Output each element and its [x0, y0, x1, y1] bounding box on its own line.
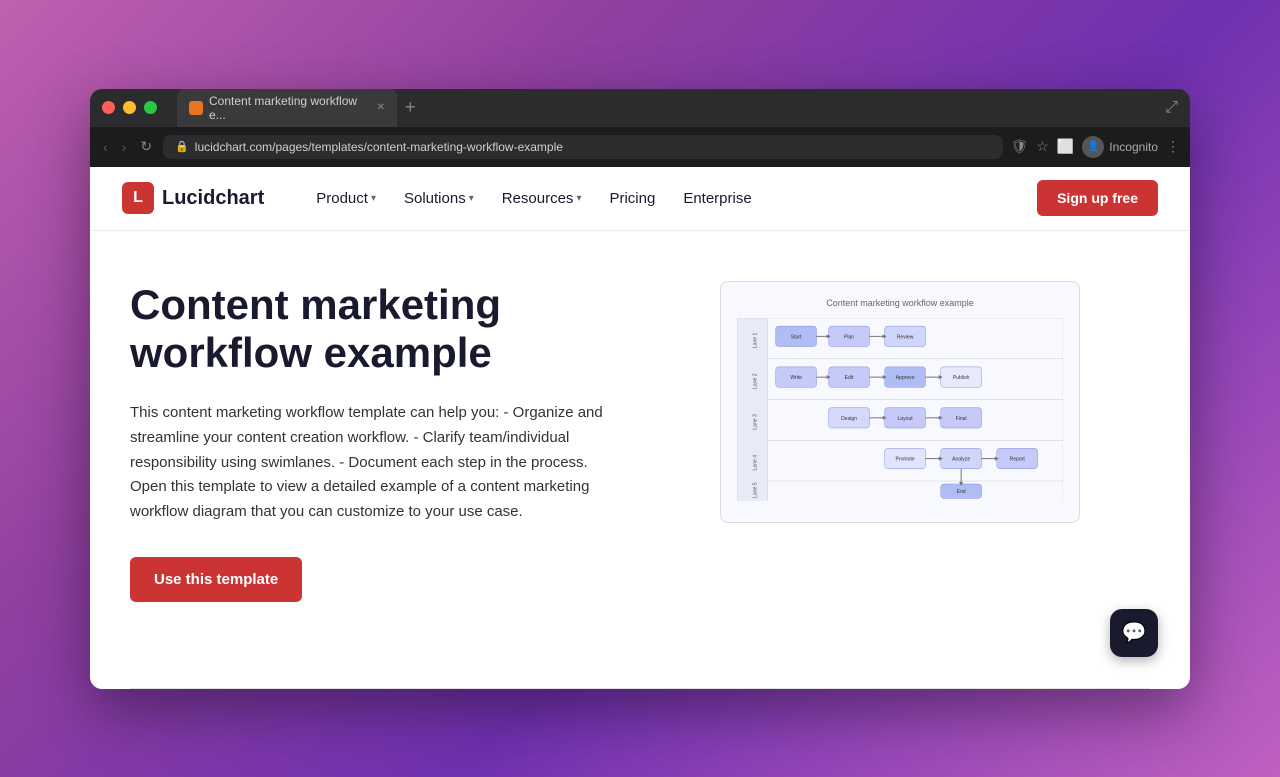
svg-text:Analyze: Analyze	[952, 456, 970, 462]
chevron-down-icon: ▾	[371, 193, 376, 204]
nav-product-label: Product	[316, 190, 368, 207]
svg-text:Lane 3: Lane 3	[752, 413, 758, 429]
right-panel: Content marketing workflow example	[650, 281, 1150, 648]
nav-solutions-label: Solutions	[404, 190, 466, 207]
forward-button[interactable]: ›	[119, 139, 130, 155]
tablet-icon[interactable]: ⬜	[1057, 138, 1074, 155]
tab-favicon	[189, 101, 203, 115]
left-panel: Content marketing workflow example This …	[130, 281, 610, 648]
lock-icon: 🔒	[175, 140, 189, 153]
svg-text:Lane 2: Lane 2	[752, 373, 758, 389]
minimize-button[interactable]	[123, 101, 136, 114]
nav-enterprise[interactable]: Enterprise	[671, 182, 763, 215]
url-text: lucidchart.com/pages/templates/content-m…	[195, 140, 563, 154]
nav-pricing[interactable]: Pricing	[597, 182, 667, 215]
use-template-button[interactable]: Use this template	[130, 557, 302, 602]
svg-text:Lane 5: Lane 5	[752, 482, 758, 498]
page-content: L Lucidchart Product ▾ Solutions ▾ Resou…	[90, 167, 1190, 689]
site-nav: L Lucidchart Product ▾ Solutions ▾ Resou…	[90, 167, 1190, 231]
nav-product[interactable]: Product ▾	[304, 182, 388, 215]
page-description: This content marketing workflow template…	[130, 401, 610, 525]
url-bar[interactable]: 🔒 lucidchart.com/pages/templates/content…	[163, 135, 1002, 159]
svg-text:Plan: Plan	[844, 334, 854, 340]
nav-resources[interactable]: Resources ▾	[490, 182, 594, 215]
svg-text:Lane 4: Lane 4	[752, 454, 758, 470]
address-bar-actions: 🛡 ☆ ⬜ 👤 Incognito ⋮	[1011, 136, 1180, 158]
svg-text:Review: Review	[897, 334, 914, 340]
chevron-down-icon: ▾	[576, 193, 581, 204]
svg-text:Write: Write	[790, 375, 802, 381]
nav-enterprise-label: Enterprise	[683, 190, 751, 207]
tab-title: Content marketing workflow e...	[209, 94, 367, 122]
diagram-title: Content marketing workflow example	[737, 298, 1063, 308]
svg-text:Design: Design	[841, 415, 857, 421]
address-bar: ‹ › ↻ 🔒 lucidchart.com/pages/templates/c…	[90, 127, 1190, 167]
logo-icon: L	[122, 182, 154, 214]
chat-button[interactable]: 💬	[1110, 609, 1158, 657]
svg-text:Approve: Approve	[896, 375, 915, 381]
logo-text: Lucidchart	[162, 187, 264, 210]
main-content: Content marketing workflow example This …	[90, 231, 1190, 688]
tab-area: Content marketing workflow e... ✕ +	[177, 89, 1157, 127]
logo[interactable]: L Lucidchart	[122, 182, 264, 214]
back-button[interactable]: ‹	[100, 139, 111, 155]
nav-resources-label: Resources	[502, 190, 574, 207]
svg-text:End: End	[957, 489, 966, 495]
svg-text:Lane 1: Lane 1	[752, 332, 758, 348]
nav-solutions[interactable]: Solutions ▾	[392, 182, 486, 215]
svg-text:Start: Start	[791, 334, 802, 340]
tab-close-icon[interactable]: ✕	[377, 102, 385, 113]
nav-pricing-label: Pricing	[609, 190, 655, 207]
incognito-avatar: 👤	[1082, 136, 1104, 158]
shield-icon: 🛡	[1011, 138, 1029, 155]
svg-text:Layout: Layout	[897, 415, 913, 421]
refresh-button[interactable]: ↻	[137, 138, 155, 155]
more-options-icon[interactable]: ⋮	[1166, 138, 1180, 155]
nav-links: Product ▾ Solutions ▾ Resources ▾ Pricin…	[304, 182, 1037, 215]
title-bar: Content marketing workflow e... ✕ + ⤢	[90, 89, 1190, 127]
page-title: Content marketing workflow example	[130, 281, 610, 378]
chevron-down-icon: ▾	[469, 193, 474, 204]
footer-divider	[130, 688, 1150, 689]
svg-text:Report: Report	[1010, 456, 1026, 462]
svg-text:Publish: Publish	[953, 375, 970, 381]
diagram-preview: Content marketing workflow example	[720, 281, 1080, 523]
bookmark-icon[interactable]: ☆	[1036, 138, 1049, 155]
incognito-badge: 👤 Incognito	[1082, 136, 1158, 158]
svg-text:Final: Final	[956, 415, 967, 421]
close-button[interactable]	[102, 101, 115, 114]
window-expand-icon[interactable]: ⤢	[1165, 99, 1178, 117]
chat-icon: 💬	[1122, 620, 1147, 645]
signup-button[interactable]: Sign up free	[1037, 180, 1158, 216]
new-tab-button[interactable]: +	[399, 97, 422, 118]
svg-text:Edit: Edit	[845, 375, 854, 381]
browser-tab[interactable]: Content marketing workflow e... ✕	[177, 89, 397, 127]
svg-text:Promote: Promote	[895, 456, 914, 462]
maximize-button[interactable]	[144, 101, 157, 114]
incognito-label: Incognito	[1109, 140, 1158, 154]
diagram-svg: Lane 1 Lane 2 Lane 3 Lane 4 Lane 5 Start…	[737, 318, 1063, 501]
